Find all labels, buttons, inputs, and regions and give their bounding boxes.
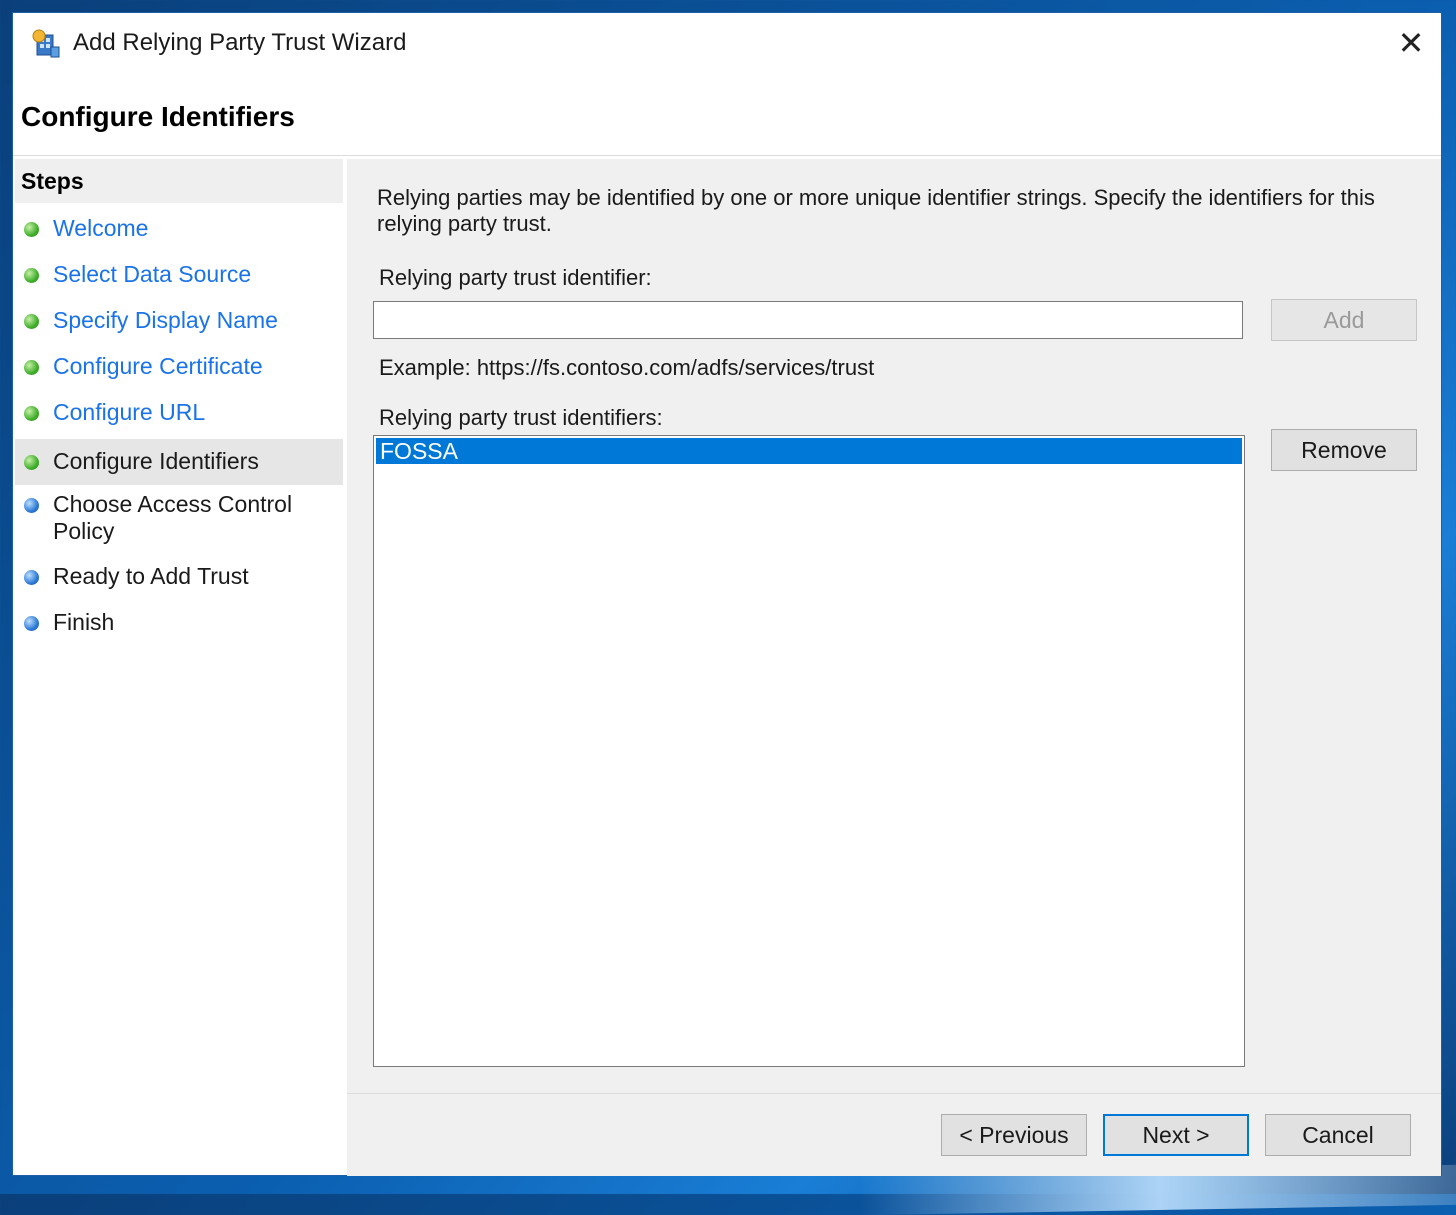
step-ready-to-add-trust: Ready to Add Trust xyxy=(15,563,343,590)
step-configure-url[interactable]: Configure URL xyxy=(15,399,343,426)
window-title: Add Relying Party Trust Wizard xyxy=(73,29,407,56)
cancel-button[interactable]: Cancel xyxy=(1265,1114,1411,1156)
step-label: Select Data Source xyxy=(53,261,252,287)
example-text: Example: https://fs.contoso.com/adfs/ser… xyxy=(379,355,875,380)
step-label: Configure URL xyxy=(53,399,206,425)
remove-button[interactable]: Remove xyxy=(1271,429,1417,471)
pending-step-icon xyxy=(24,570,39,585)
title-bar[interactable]: Add Relying Party Trust Wizard ✕ xyxy=(13,13,1441,75)
steps-pane: Steps Welcome Select Data Source Specify… xyxy=(13,159,345,1175)
close-icon: ✕ xyxy=(1397,25,1425,61)
step-label: Finish xyxy=(53,609,115,635)
step-label: Configure Certificate xyxy=(53,353,263,379)
completed-step-icon xyxy=(24,268,39,283)
content-pane: Relying parties may be identified by one… xyxy=(347,159,1441,1093)
step-label: Ready to Add Trust xyxy=(53,563,249,589)
add-button[interactable]: Add xyxy=(1271,299,1417,341)
step-choose-access-control-policy: Choose Access Control Policy xyxy=(15,491,315,545)
step-specify-display-name[interactable]: Specify Display Name xyxy=(15,307,343,334)
completed-step-icon xyxy=(24,222,39,237)
step-label: Configure Identifiers xyxy=(53,448,259,474)
step-finish: Finish xyxy=(15,609,343,636)
page-title: Configure Identifiers xyxy=(21,101,295,132)
step-label: Specify Display Name xyxy=(53,307,278,333)
step-configure-certificate[interactable]: Configure Certificate xyxy=(15,353,343,380)
intro-text: Relying parties may be identified by one… xyxy=(377,185,1375,236)
completed-step-icon xyxy=(24,455,39,470)
step-welcome[interactable]: Welcome xyxy=(15,215,343,242)
close-button[interactable]: ✕ xyxy=(1381,13,1441,73)
adfs-app-icon xyxy=(32,29,60,58)
steps-header: Steps xyxy=(15,159,343,203)
step-select-data-source[interactable]: Select Data Source xyxy=(15,261,343,288)
pending-step-icon xyxy=(24,498,39,513)
identifiers-list[interactable]: FOSSA xyxy=(373,435,1245,1067)
wizard-window: Add Relying Party Trust Wizard ✕ Configu… xyxy=(12,12,1442,1176)
step-label: Welcome xyxy=(53,215,149,241)
next-button[interactable]: Next > xyxy=(1103,1114,1249,1156)
identifier-input[interactable] xyxy=(373,301,1243,339)
step-configure-identifiers: Configure Identifiers xyxy=(15,439,343,485)
step-label: Choose Access Control Policy xyxy=(53,491,293,544)
identifier-label: Relying party trust identifier: xyxy=(379,265,652,290)
completed-step-icon xyxy=(24,360,39,375)
pending-step-icon xyxy=(24,616,39,631)
page-header: Configure Identifiers xyxy=(13,75,1441,156)
wizard-footer: < Previous Next > Cancel xyxy=(347,1093,1441,1176)
completed-step-icon xyxy=(24,314,39,329)
previous-button[interactable]: < Previous xyxy=(941,1114,1087,1156)
identifiers-label: Relying party trust identifiers: xyxy=(379,405,663,430)
completed-step-icon xyxy=(24,406,39,421)
list-item[interactable]: FOSSA xyxy=(376,438,1242,464)
